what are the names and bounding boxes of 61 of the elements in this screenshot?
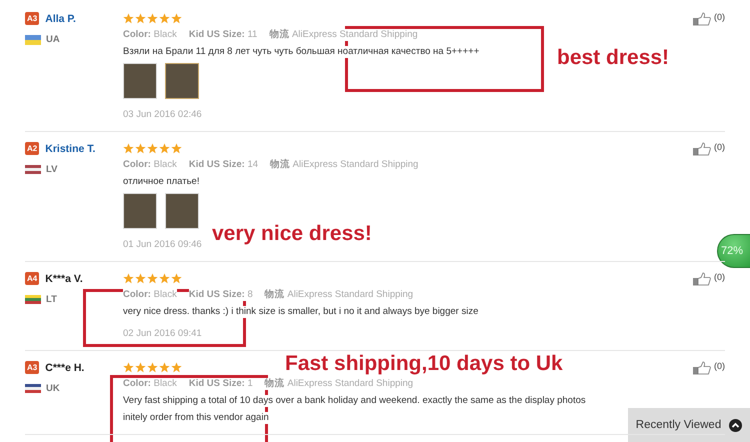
like-count: (0): [714, 142, 725, 152]
star-icon: [135, 362, 146, 372]
star-icon: [135, 12, 146, 24]
level-badge: A4: [25, 272, 40, 285]
review-text: Взяли на Брали 11 для 8 лет чуть чуть большая ноатличная качество на 5+++++: [123, 46, 480, 58]
annotation-text: very nice dress!: [212, 222, 372, 246]
level-badge: A3: [25, 361, 40, 374]
photo-thumbnail[interactable]: [123, 193, 157, 229]
star-icon: [123, 362, 134, 372]
star-icon: [159, 272, 170, 284]
flag-icon: [25, 164, 41, 174]
star-icon: [147, 272, 158, 284]
star-icon: [123, 272, 134, 284]
chevron-up-icon[interactable]: [729, 418, 742, 432]
star-icon: [159, 12, 170, 24]
star-icon: [171, 12, 182, 24]
reviewer-name: K***a V.: [45, 272, 83, 284]
photo-thumbnail[interactable]: [165, 63, 199, 99]
annotation-text: best dress!: [557, 46, 670, 70]
country-code: UK: [46, 383, 60, 394]
country-code: LV: [46, 164, 58, 175]
star-icon: [147, 362, 158, 372]
reviewer-name: C***e H.: [45, 362, 84, 374]
review-text: initely order from this vendor again: [123, 412, 269, 424]
reviewer-name[interactable]: Kristine T.: [45, 142, 96, 154]
reviewer-name[interactable]: Alla P.: [45, 12, 76, 24]
flag-icon: [25, 384, 41, 394]
attribute: 物流 AliExpress Standard Shipping: [264, 289, 414, 301]
annotation-text: Fast shipping,10 days to Uk: [285, 352, 563, 376]
review-text: Very fast shipping a total of 10 days over a bank holiday and weekend. exactly the same as the display photos: [123, 395, 586, 407]
attribute: 物流 AliExpress Standard Shipping: [264, 378, 414, 390]
level-badge: A3: [25, 12, 40, 25]
like-count: (0): [714, 12, 725, 22]
star-icon: [159, 142, 170, 154]
star-icon: [147, 12, 158, 24]
thumbs-up-icon[interactable]: [692, 272, 712, 286]
star-icon: [135, 272, 146, 284]
thumbs-up-icon[interactable]: [692, 12, 712, 26]
attribute: Kid US Size: 8: [188, 289, 253, 301]
star-icon: [171, 362, 182, 372]
review-text: very nice dress. thanks :) i think size is smaller, but i no it and always bye bigger size: [123, 306, 478, 318]
level-badge: A2: [25, 142, 40, 155]
thumbs-up-icon[interactable]: [692, 142, 712, 156]
like-count: (0): [714, 361, 725, 371]
country-code: UA: [46, 34, 60, 45]
attribute: 物流 AliExpress Standard Shipping: [270, 159, 418, 171]
thumbs-up-icon[interactable]: [692, 361, 712, 375]
flag-icon: [25, 294, 41, 304]
star-icon: [171, 142, 182, 154]
attribute: 物流 AliExpress Standard Shipping: [269, 29, 418, 41]
star-icon: [135, 142, 146, 154]
photo-thumbnail[interactable]: [123, 63, 157, 99]
flag-icon: [25, 34, 41, 44]
star-icon: [123, 142, 134, 154]
photo-thumbnail[interactable]: [165, 193, 199, 229]
country-code: LT: [46, 294, 57, 305]
star-icon: [147, 142, 158, 154]
like-count: (0): [714, 272, 725, 282]
star-icon: [123, 12, 134, 24]
star-icon: [159, 362, 170, 372]
star-icon: [171, 272, 182, 284]
